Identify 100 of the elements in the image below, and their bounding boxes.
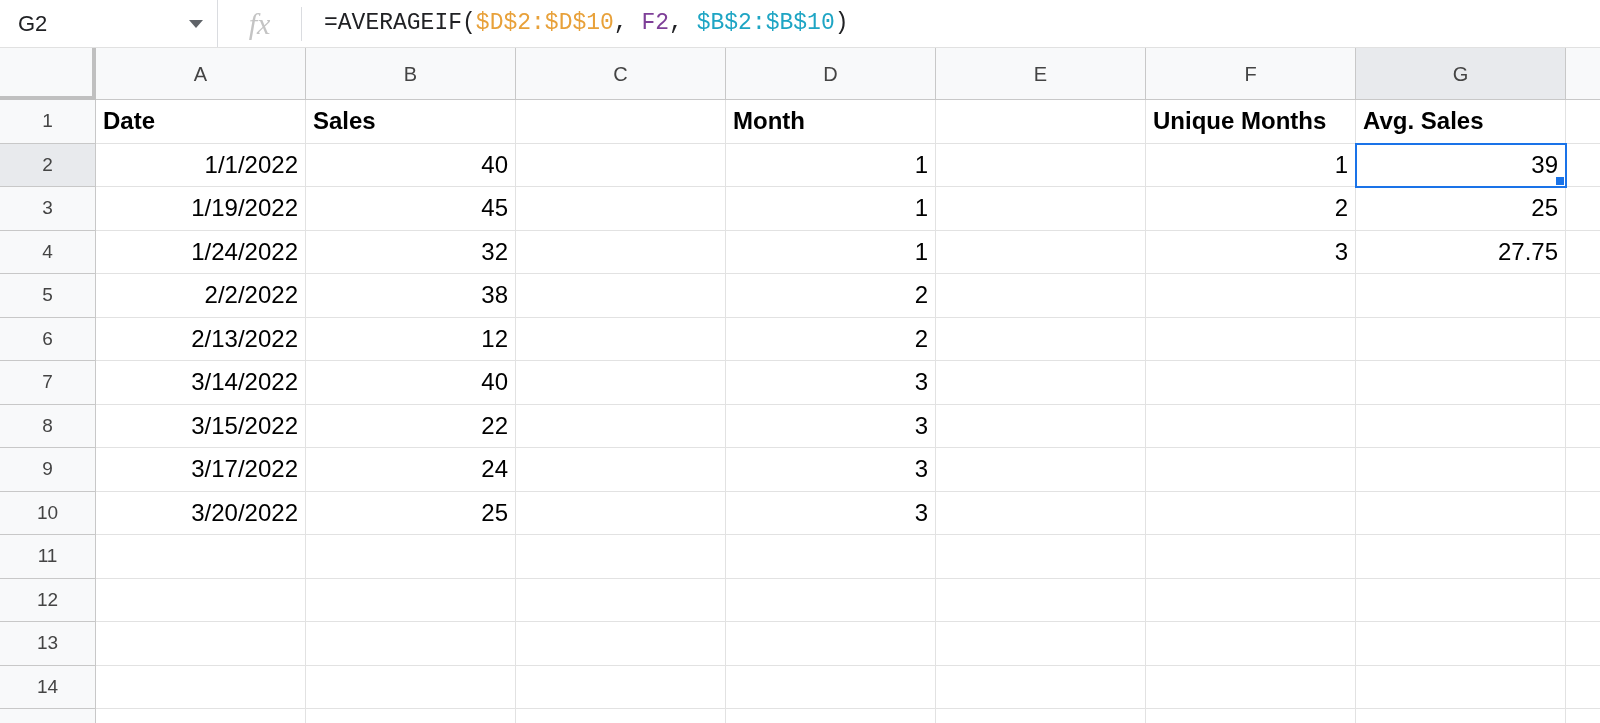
row-header[interactable]: 6: [0, 317, 96, 361]
table-cell[interactable]: 39: [1356, 143, 1566, 187]
table-cell[interactable]: [96, 535, 306, 579]
table-cell[interactable]: [936, 187, 1146, 231]
table-cell[interactable]: [1146, 665, 1356, 709]
table-cell[interactable]: 3: [726, 491, 936, 535]
column-header[interactable]: [1566, 48, 1600, 100]
table-cell[interactable]: [1356, 274, 1566, 318]
table-cell[interactable]: [936, 143, 1146, 187]
table-cell[interactable]: [1146, 317, 1356, 361]
table-cell[interactable]: [516, 404, 726, 448]
name-box[interactable]: G2: [0, 0, 218, 47]
table-cell[interactable]: 2/13/2022: [96, 317, 306, 361]
table-cell[interactable]: [516, 317, 726, 361]
table-cell[interactable]: [516, 100, 726, 144]
table-cell[interactable]: 1: [726, 187, 936, 231]
row-header[interactable]: 14: [0, 665, 96, 709]
table-cell[interactable]: [936, 361, 1146, 405]
table-cell[interactable]: [516, 665, 726, 709]
table-cell[interactable]: 3: [726, 404, 936, 448]
table-cell[interactable]: [516, 143, 726, 187]
table-cell[interactable]: [936, 230, 1146, 274]
table-cell[interactable]: 2: [726, 274, 936, 318]
table-cell[interactable]: [936, 317, 1146, 361]
table-cell[interactable]: [936, 274, 1146, 318]
table-cell[interactable]: [96, 665, 306, 709]
table-cell[interactable]: [936, 100, 1146, 144]
table-cell[interactable]: [1146, 491, 1356, 535]
table-cell[interactable]: [936, 535, 1146, 579]
table-cell[interactable]: 1/24/2022: [96, 230, 306, 274]
table-cell[interactable]: [516, 230, 726, 274]
table-cell[interactable]: 3: [726, 448, 936, 492]
table-cell[interactable]: 40: [306, 143, 516, 187]
table-cell[interactable]: [1146, 448, 1356, 492]
table-cell[interactable]: 45: [306, 187, 516, 231]
table-cell[interactable]: [726, 665, 936, 709]
table-cell[interactable]: [1356, 361, 1566, 405]
table-cell[interactable]: [1356, 404, 1566, 448]
table-cell[interactable]: Avg. Sales: [1356, 100, 1566, 144]
table-cell[interactable]: [516, 361, 726, 405]
table-cell[interactable]: [1356, 535, 1566, 579]
column-header[interactable]: G: [1356, 48, 1566, 100]
table-cell[interactable]: Month: [726, 100, 936, 144]
table-cell[interactable]: [726, 622, 936, 666]
table-cell[interactable]: [1146, 535, 1356, 579]
table-cell[interactable]: [1356, 578, 1566, 622]
table-cell[interactable]: [306, 578, 516, 622]
row-header[interactable]: 12: [0, 578, 96, 622]
row-header[interactable]: 13: [0, 622, 96, 666]
table-cell[interactable]: [1356, 622, 1566, 666]
table-cell[interactable]: [1146, 404, 1356, 448]
table-cell[interactable]: [306, 665, 516, 709]
table-cell[interactable]: [1356, 448, 1566, 492]
table-cell[interactable]: [1356, 665, 1566, 709]
table-cell[interactable]: [516, 622, 726, 666]
row-header[interactable]: 8: [0, 404, 96, 448]
table-cell[interactable]: 3: [1146, 230, 1356, 274]
column-header[interactable]: A: [96, 48, 306, 100]
table-cell[interactable]: 3/14/2022: [96, 361, 306, 405]
table-cell[interactable]: [1356, 317, 1566, 361]
table-cell[interactable]: [516, 187, 726, 231]
table-cell[interactable]: [936, 404, 1146, 448]
table-cell[interactable]: [936, 665, 1146, 709]
table-cell[interactable]: [936, 578, 1146, 622]
row-header[interactable]: 5: [0, 274, 96, 318]
row-header[interactable]: 4: [0, 230, 96, 274]
table-cell[interactable]: 3/17/2022: [96, 448, 306, 492]
table-cell[interactable]: 1: [726, 143, 936, 187]
table-cell[interactable]: 3/20/2022: [96, 491, 306, 535]
table-cell[interactable]: [306, 622, 516, 666]
table-cell[interactable]: [726, 535, 936, 579]
row-header[interactable]: 7: [0, 361, 96, 405]
table-cell[interactable]: 2/2/2022: [96, 274, 306, 318]
table-cell[interactable]: 1/19/2022: [96, 187, 306, 231]
table-cell[interactable]: 32: [306, 230, 516, 274]
table-cell[interactable]: [936, 622, 1146, 666]
table-cell[interactable]: [96, 578, 306, 622]
formula-input[interactable]: =AVERAGEIF($D$2:$D$10, F2, $B$2:$B$10): [302, 6, 849, 41]
table-cell[interactable]: 27.75: [1356, 230, 1566, 274]
table-cell[interactable]: [306, 535, 516, 579]
table-cell[interactable]: [1146, 274, 1356, 318]
table-cell[interactable]: [936, 491, 1146, 535]
table-cell[interactable]: 3/15/2022: [96, 404, 306, 448]
table-cell[interactable]: [1356, 491, 1566, 535]
row-header[interactable]: 3: [0, 187, 96, 231]
column-header[interactable]: B: [306, 48, 516, 100]
table-cell[interactable]: 38: [306, 274, 516, 318]
table-cell[interactable]: Sales: [306, 100, 516, 144]
table-cell[interactable]: 2: [1146, 187, 1356, 231]
row-header[interactable]: 9: [0, 448, 96, 492]
table-cell[interactable]: 1/1/2022: [96, 143, 306, 187]
row-header[interactable]: 10: [0, 491, 96, 535]
table-cell[interactable]: Date: [96, 100, 306, 144]
table-cell[interactable]: 1: [726, 230, 936, 274]
table-cell[interactable]: 12: [306, 317, 516, 361]
table-cell[interactable]: [1146, 578, 1356, 622]
table-cell[interactable]: [516, 491, 726, 535]
table-cell[interactable]: 25: [1356, 187, 1566, 231]
table-cell[interactable]: [726, 578, 936, 622]
row-header[interactable]: 1: [0, 100, 96, 144]
